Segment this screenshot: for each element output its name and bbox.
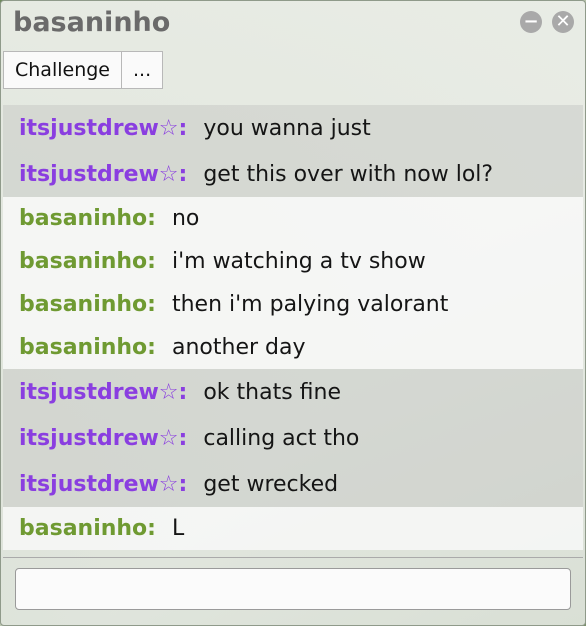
window-title: basaninho xyxy=(13,7,171,38)
message-text: get this over with now lol? xyxy=(203,161,494,187)
chat-window: basaninho − ✕ Challenge ... itsjustdrew☆… xyxy=(0,0,586,626)
chat-message: itsjustdrew☆: calling act tho xyxy=(3,415,583,461)
message-text: then i'm palying valorant xyxy=(171,292,449,317)
message-text: L xyxy=(171,516,185,541)
message-sender[interactable]: basaninho: xyxy=(19,249,156,274)
challenge-button[interactable]: Challenge xyxy=(3,51,122,89)
chat-message: itsjustdrew☆: get wrecked xyxy=(3,461,583,507)
chat-message: basaninho: then i'm palying valorant xyxy=(3,283,583,326)
message-text: calling act tho xyxy=(203,425,360,451)
chat-message: basaninho: no xyxy=(3,197,583,240)
chat-message: itsjustdrew☆: you wanna just xyxy=(3,105,583,151)
message-text: another day xyxy=(171,335,306,360)
chat-toolbar: Challenge ... xyxy=(3,51,164,89)
message-sender[interactable]: itsjustdrew☆: xyxy=(19,162,187,187)
close-icon[interactable]: ✕ xyxy=(552,11,574,33)
chat-message: basaninho: i'm watching a tv show xyxy=(3,240,583,283)
minimize-icon[interactable]: − xyxy=(520,11,542,33)
message-sender[interactable]: itsjustdrew☆: xyxy=(19,426,187,451)
chat-message: basaninho: another day xyxy=(3,326,583,369)
input-divider xyxy=(3,557,583,558)
message-text: you wanna just xyxy=(203,115,371,141)
message-text: get wrecked xyxy=(203,471,339,497)
title-bar[interactable]: basaninho − ✕ xyxy=(1,1,585,51)
message-text: no xyxy=(171,206,200,231)
message-sender[interactable]: basaninho: xyxy=(19,206,156,231)
message-sender[interactable]: basaninho: xyxy=(19,516,156,541)
chat-message: itsjustdrew☆: ok thats fine xyxy=(3,369,583,415)
message-sender[interactable]: itsjustdrew☆: xyxy=(19,116,187,141)
chat-message: basaninho: L xyxy=(3,507,583,550)
chat-input[interactable] xyxy=(16,569,570,609)
chat-log[interactable]: itsjustdrew☆: you wanna just itsjustdrew… xyxy=(3,105,583,550)
message-sender[interactable]: basaninho: xyxy=(19,335,156,360)
message-sender[interactable]: itsjustdrew☆: xyxy=(19,472,187,497)
message-text: ok thats fine xyxy=(203,379,342,405)
chat-message: itsjustdrew☆: get this over with now lol… xyxy=(3,151,583,197)
chat-input-box xyxy=(15,568,571,610)
message-sender[interactable]: itsjustdrew☆: xyxy=(19,380,187,405)
message-text: i'm watching a tv show xyxy=(171,249,426,274)
message-sender[interactable]: basaninho: xyxy=(19,292,156,317)
more-options-button[interactable]: ... xyxy=(122,51,164,89)
